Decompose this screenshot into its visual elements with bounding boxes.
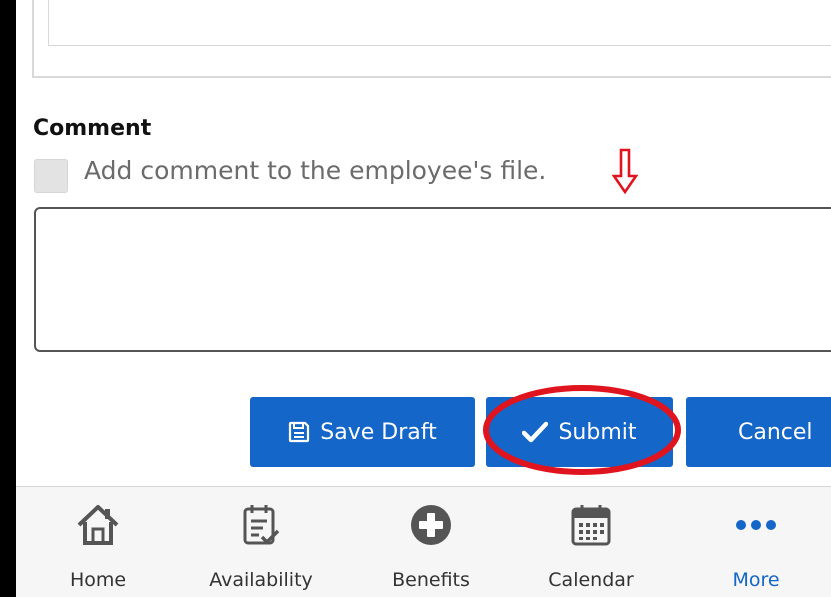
- tab-benefits-label: Benefits: [392, 569, 470, 591]
- comment-textarea[interactable]: [34, 207, 831, 352]
- save-floppy-icon: [289, 421, 310, 443]
- submit-highlight-ellipse-annotation: [483, 385, 681, 475]
- screen: Comment Add comment to the employee's fi…: [16, 0, 831, 597]
- add-to-file-checkbox-label[interactable]: Add comment to the employee's file.: [84, 156, 546, 185]
- more-dots-icon: [736, 520, 776, 530]
- previous-section-field[interactable]: [48, 0, 831, 46]
- tab-availability-label: Availability: [209, 569, 313, 591]
- bottom-tab-bar: Home Availability Benefits Calendar More: [16, 486, 831, 597]
- cancel-label: Cancel: [738, 419, 813, 445]
- tab-availability[interactable]: Availability: [196, 487, 326, 597]
- plus-circle-icon: [411, 505, 451, 545]
- home-icon: [77, 505, 119, 545]
- tab-home[interactable]: Home: [58, 487, 138, 597]
- add-to-file-checkbox[interactable]: [34, 159, 68, 193]
- comment-heading: Comment: [33, 116, 152, 141]
- tab-more-label: More: [732, 569, 780, 591]
- tab-home-label: Home: [69, 569, 127, 591]
- save-draft-button[interactable]: Save Draft: [250, 397, 475, 467]
- tab-calendar-label: Calendar: [548, 569, 634, 591]
- calendar-icon: [571, 505, 611, 546]
- previous-section-panel: [32, 0, 831, 78]
- tab-more[interactable]: More: [716, 487, 796, 597]
- tab-benefits[interactable]: Benefits: [376, 487, 486, 597]
- cancel-button[interactable]: Cancel: [686, 397, 831, 467]
- down-arrow-annotation-icon: [612, 148, 638, 194]
- save-draft-label: Save Draft: [320, 419, 437, 445]
- tab-calendar[interactable]: Calendar: [536, 487, 646, 597]
- availability-calendar-icon: [243, 505, 280, 545]
